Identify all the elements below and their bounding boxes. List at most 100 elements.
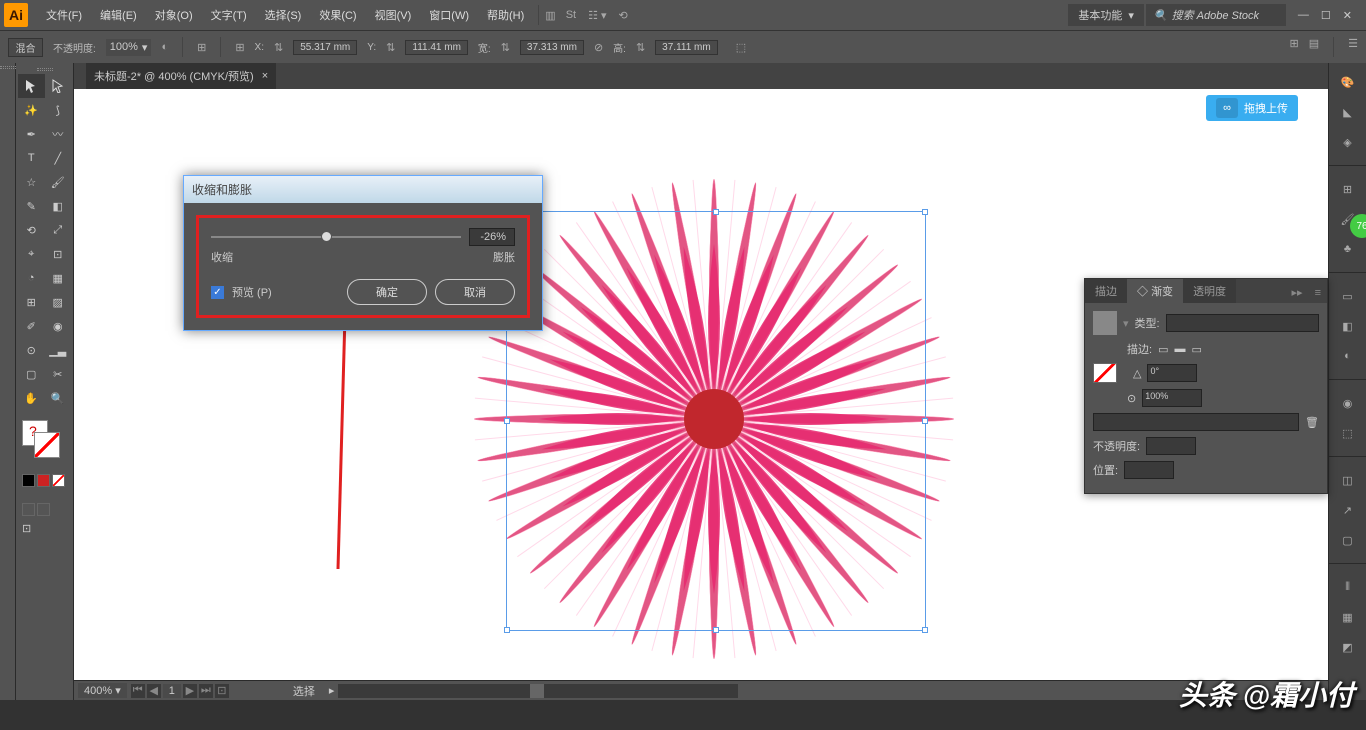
upload-button[interactable]: ∞ 拖拽上传: [1206, 95, 1298, 121]
nav-last[interactable]: ⏭: [199, 684, 213, 698]
amount-slider[interactable]: [211, 236, 461, 238]
mesh-tool[interactable]: ⊞: [18, 290, 45, 314]
color-panel-icon[interactable]: 🎨: [1335, 71, 1361, 93]
menu-type[interactable]: 文字(T): [203, 3, 255, 27]
link-wh-icon[interactable]: ⊘: [594, 41, 603, 54]
maximize-button[interactable]: ☐: [1321, 9, 1331, 22]
workspace-switcher[interactable]: 基本功能▾: [1068, 4, 1144, 26]
menu-view[interactable]: 视图(V): [367, 3, 420, 27]
zoom-tool[interactable]: 🔍: [45, 386, 72, 410]
notification-badge[interactable]: 76: [1350, 214, 1366, 238]
align-icon[interactable]: ⫴: [1335, 576, 1361, 598]
rectangle-tool[interactable]: ☆: [18, 170, 45, 194]
line-tool[interactable]: ╱: [45, 146, 72, 170]
link-icon[interactable]: ⇅: [274, 41, 283, 54]
transform-icon[interactable]: ⊞: [235, 41, 244, 54]
handle-tr[interactable]: [922, 209, 928, 215]
gradient-swatch[interactable]: [1093, 311, 1117, 335]
preview-checkbox[interactable]: ✓: [211, 286, 224, 299]
artboard-tool[interactable]: ▢: [18, 362, 45, 386]
transform-panel-icon[interactable]: ▦: [1335, 606, 1361, 628]
width-tool[interactable]: ⌖: [18, 242, 45, 266]
tab-transparency[interactable]: 透明度: [1183, 279, 1236, 303]
shear-icon[interactable]: ⬚: [736, 41, 746, 54]
stop-opacity-input[interactable]: [1146, 437, 1196, 455]
edit-icon[interactable]: ▤: [1309, 37, 1319, 57]
h-scrollbar[interactable]: [338, 684, 738, 698]
screen-normal[interactable]: [22, 503, 35, 516]
symbol-tool[interactable]: ⊙: [18, 338, 45, 362]
angle-input[interactable]: 0°: [1147, 364, 1197, 382]
asset-export-icon[interactable]: ↗: [1335, 499, 1361, 521]
opacity-input[interactable]: 100%▾: [106, 39, 152, 56]
prefs-icon[interactable]: ☰: [1348, 37, 1358, 57]
gpu-icon[interactable]: ⟲: [619, 9, 628, 22]
magic-wand-tool[interactable]: ✨: [18, 98, 45, 122]
selection-tool[interactable]: [18, 74, 45, 98]
shaper-tool[interactable]: ✎: [18, 194, 45, 218]
panel-menu-icon[interactable]: ≡: [1309, 283, 1327, 303]
slider-thumb[interactable]: [321, 231, 332, 242]
gradient-tool[interactable]: ▨: [45, 290, 72, 314]
handle-bm[interactable]: [713, 627, 719, 633]
shape-builder-tool[interactable]: ◔: [18, 266, 45, 290]
stroke-swatch[interactable]: [34, 432, 60, 458]
bridge-icon[interactable]: ▥: [545, 9, 555, 22]
h-input[interactable]: 37.111 mm: [655, 40, 718, 55]
color-guide-icon[interactable]: ◣: [1335, 101, 1361, 123]
menu-edit[interactable]: 编辑(E): [92, 3, 145, 27]
nav-next[interactable]: ▶: [183, 684, 197, 698]
curvature-tool[interactable]: 〰: [45, 122, 72, 146]
isolate-icon[interactable]: ⊞: [1290, 37, 1299, 57]
tab-close-icon[interactable]: ×: [262, 70, 268, 82]
stroke-opt-1[interactable]: ▭: [1158, 343, 1168, 356]
handle-br[interactable]: [922, 627, 928, 633]
perspective-tool[interactable]: ▦: [45, 266, 72, 290]
properties-icon[interactable]: ◈: [1335, 131, 1361, 153]
align-pixel-icon[interactable]: ⊞: [197, 41, 206, 54]
swatches-icon[interactable]: ⊞: [1335, 178, 1361, 200]
type-tool[interactable]: T: [18, 146, 45, 170]
menu-window[interactable]: 窗口(W): [421, 3, 477, 27]
gradient-panel-icon[interactable]: ◧: [1335, 315, 1361, 337]
handle-bl[interactable]: [504, 627, 510, 633]
pen-tool[interactable]: ✒: [18, 122, 45, 146]
cancel-button[interactable]: 取消: [435, 279, 515, 305]
selection-bounding-box[interactable]: [506, 211, 926, 631]
eyedropper-tool[interactable]: ✐: [18, 314, 45, 338]
nav-first[interactable]: ⏮: [131, 684, 145, 698]
menu-object[interactable]: 对象(O): [147, 3, 201, 27]
hand-tool[interactable]: ✋: [18, 386, 45, 410]
symbols-icon[interactable]: ♣: [1335, 238, 1361, 260]
gradient-ramp[interactable]: [1093, 413, 1299, 431]
handle-ml[interactable]: [504, 418, 510, 424]
y-input[interactable]: 111.41 mm: [405, 40, 468, 55]
stock-icon[interactable]: St: [566, 9, 576, 21]
brush-tool[interactable]: 🖌: [45, 170, 72, 194]
swatch-none[interactable]: [52, 474, 65, 487]
minimize-button[interactable]: —: [1298, 9, 1309, 22]
transparency-panel-icon[interactable]: ◐: [1335, 345, 1361, 367]
nav-artboards[interactable]: ⊡: [215, 684, 229, 698]
artboards-icon[interactable]: ▢: [1335, 529, 1361, 551]
appearance-icon[interactable]: ◉: [1335, 392, 1361, 414]
stroke-opt-2[interactable]: ▬: [1174, 343, 1185, 355]
delete-stop-icon[interactable]: 🗑: [1305, 416, 1319, 429]
handle-mr[interactable]: [922, 418, 928, 424]
swatch-black[interactable]: [22, 474, 35, 487]
document-tab[interactable]: 未标题-2* @ 400% (CMYK/预览) ×: [86, 63, 276, 89]
free-transform-tool[interactable]: ⊡: [45, 242, 72, 266]
w-input[interactable]: 37.313 mm: [520, 40, 584, 55]
swatch-red[interactable]: [37, 474, 50, 487]
stop-location-input[interactable]: [1124, 461, 1174, 479]
tab-stroke[interactable]: 描边: [1085, 279, 1127, 303]
stroke-opt-3[interactable]: ▭: [1191, 343, 1201, 356]
dialog-title[interactable]: 收缩和膨胀: [184, 176, 542, 203]
eraser-tool[interactable]: ◧: [45, 194, 72, 218]
menu-select[interactable]: 选择(S): [257, 3, 310, 27]
close-button[interactable]: ✕: [1343, 9, 1352, 22]
lasso-tool[interactable]: ⟆: [45, 98, 72, 122]
zoom-dropdown[interactable]: 400% ▾: [78, 683, 127, 698]
search-input[interactable]: 🔍搜索 Adobe Stock: [1146, 4, 1286, 26]
graphic-styles-icon[interactable]: ⬚: [1335, 422, 1361, 444]
